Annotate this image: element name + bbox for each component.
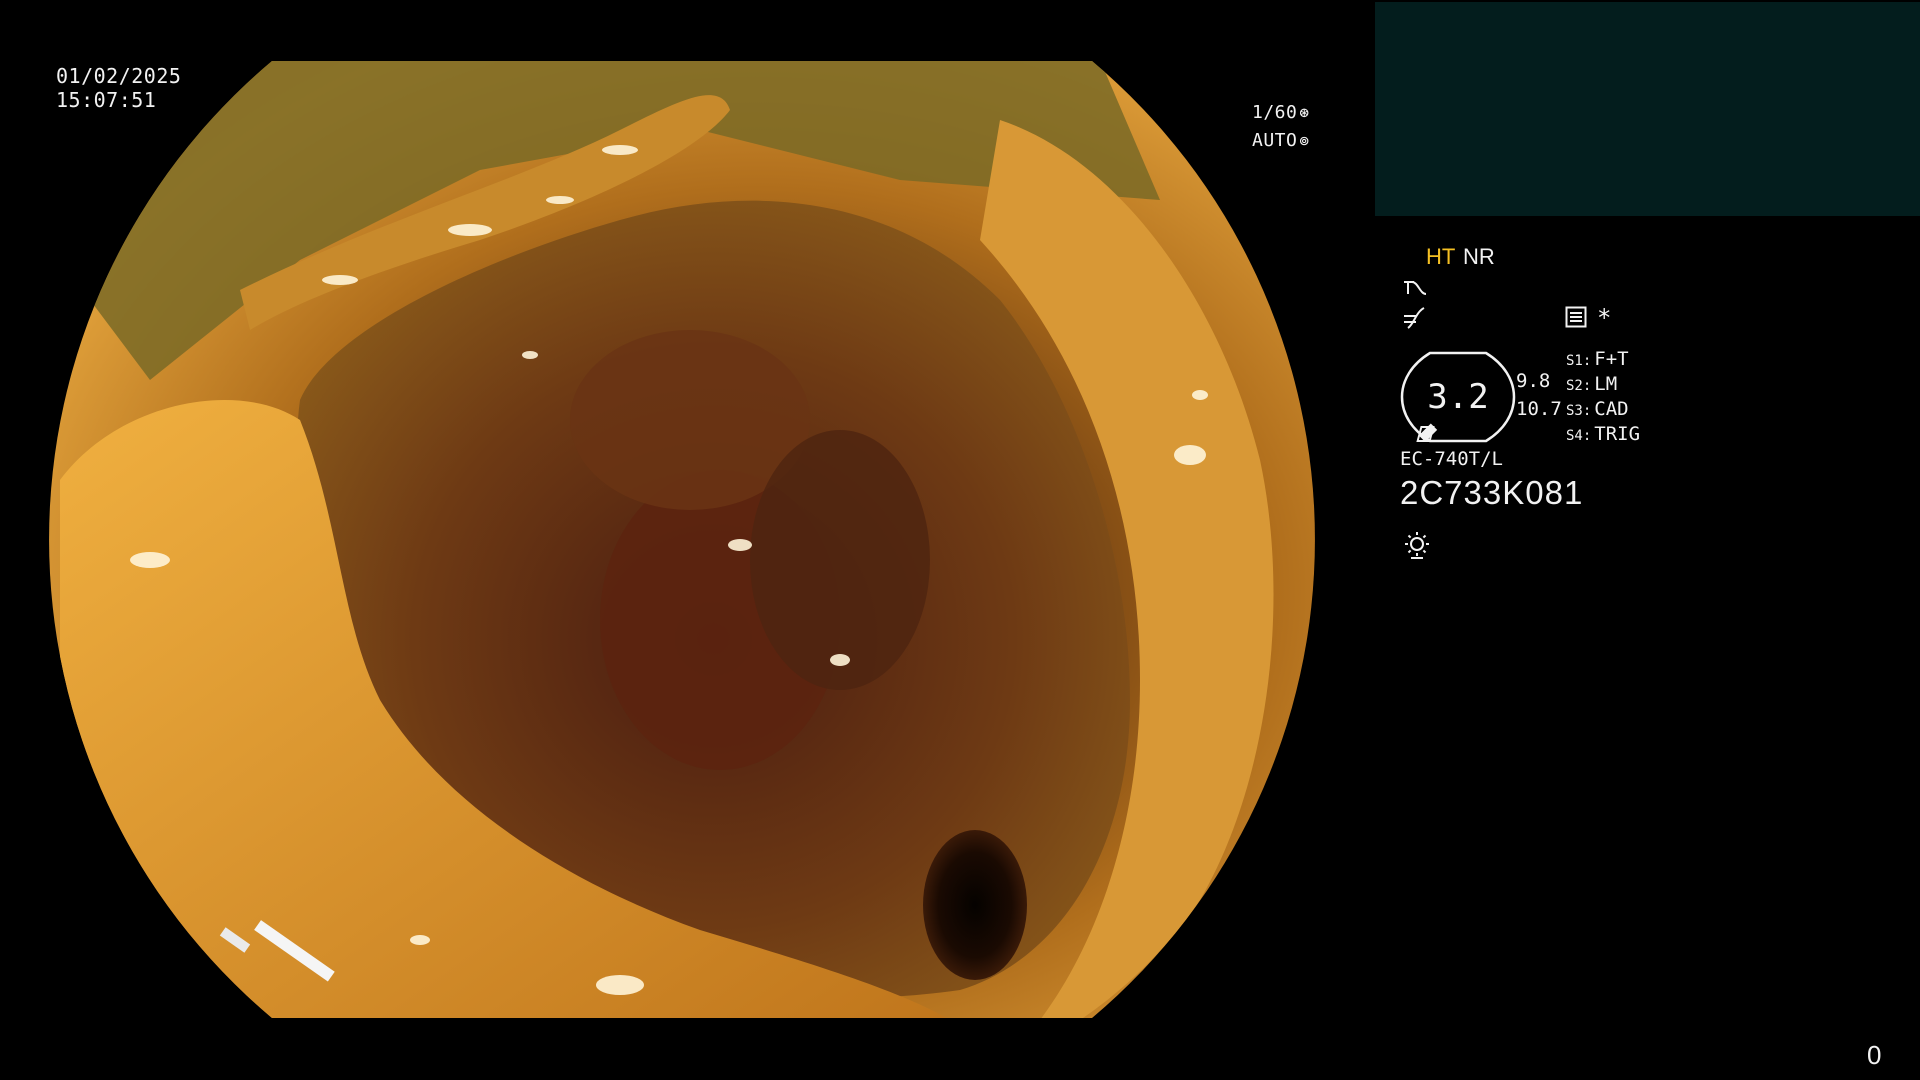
- scope-serial-number: 2C733K081: [1400, 474, 1584, 511]
- switch-row-1: S1: F+T: [1566, 348, 1629, 370]
- zoom-readout-2: 10.7: [1516, 398, 1562, 420]
- info-panel: HT NR * 3.2 9.8 10.7 S1: F+T S2: LM S3: CAD: [1380, 230, 1920, 1080]
- endoscopy-screen: 01/02/2025 15:07:51 1/60 ⊛ AUTO ⊚ HT NR *: [0, 0, 1920, 1080]
- endoscope-image: [49, 61, 1315, 1018]
- switch-row-3: S3: CAD: [1566, 398, 1629, 420]
- switch-key: S2:: [1566, 378, 1592, 394]
- switch-key: S1:: [1566, 353, 1592, 369]
- light-source-icon: [1405, 532, 1429, 559]
- zoom-ring-icon: 3.2: [1400, 351, 1516, 443]
- zoom-readout-1: 9.8: [1516, 370, 1551, 392]
- iris-icon: ⊚: [1299, 131, 1310, 150]
- switch-key: S3:: [1566, 403, 1592, 419]
- exposure-status: 1/60 ⊛ AUTO ⊚: [1252, 99, 1310, 155]
- switch-value: TRIG: [1594, 423, 1641, 445]
- ht-indicator: HT: [1426, 244, 1456, 269]
- switch-value: CAD: [1594, 398, 1629, 420]
- menu-icon: [1565, 306, 1587, 328]
- frame-counter: 0: [1867, 1040, 1882, 1070]
- switch-row-4: S4: TRIG: [1566, 423, 1640, 445]
- date-text: 01/02/2025: [56, 64, 182, 88]
- scope-model: EC-740T/L: [1400, 448, 1503, 470]
- iris-mode-text: AUTO: [1252, 130, 1298, 151]
- aperture-icon: ⊛: [1299, 103, 1310, 122]
- asterisk-mark: *: [1597, 304, 1612, 332]
- switch-value: F+T: [1594, 348, 1629, 370]
- nr-indicator: NR: [1463, 244, 1495, 269]
- switch-key: S4:: [1566, 428, 1592, 444]
- shutter-speed-text: 1/60: [1252, 102, 1298, 123]
- zoom-value: 3.2: [1427, 377, 1488, 417]
- thumbnail-panel: [1375, 2, 1920, 216]
- tone-curve-icon: [1404, 281, 1427, 295]
- gamma-curve-icon: [1404, 307, 1425, 329]
- date-time-display: 01/02/2025 15:07:51: [56, 64, 181, 112]
- endoscope-image-view: 01/02/2025 15:07:51 1/60 ⊛ AUTO ⊚: [0, 0, 1380, 1080]
- switch-value: LM: [1594, 373, 1618, 395]
- time-text: 15:07:51: [56, 88, 157, 112]
- switch-row-2: S2: LM: [1566, 373, 1617, 395]
